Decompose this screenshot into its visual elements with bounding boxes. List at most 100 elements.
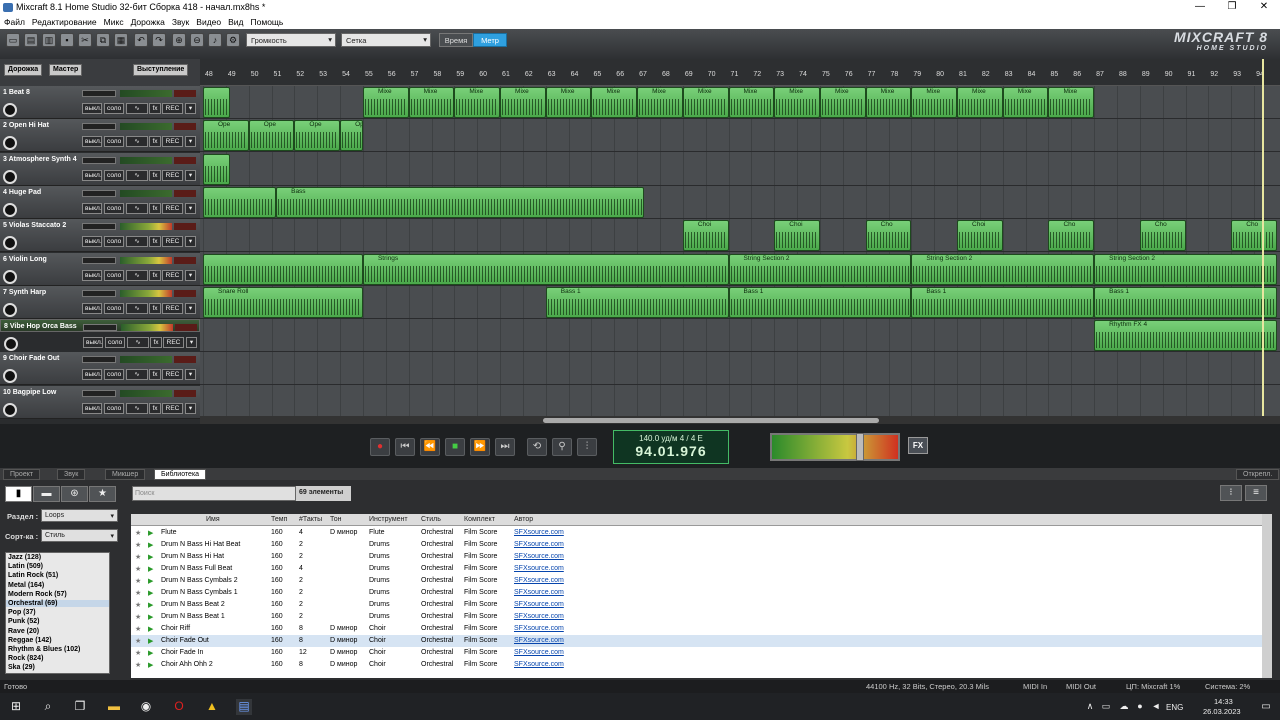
column-header[interactable]: #Такты <box>299 516 322 523</box>
track-menu-chevron-icon[interactable]: ▾ <box>185 402 196 414</box>
mute-button[interactable]: выкл. <box>82 136 102 148</box>
record-arm-button[interactable]: REC <box>162 202 183 214</box>
table-row[interactable]: ★ ▶ Flute 160 4 D минор Flute Orchestral Film Sc… <box>131 527 1262 539</box>
loops-icon[interactable]: ▮ <box>5 486 32 502</box>
audio-clip[interactable]: String Section 2 <box>1094 253 1277 285</box>
volume-select[interactable]: Громкость ▾ <box>246 33 336 47</box>
play-preview-icon[interactable]: ▶ <box>148 637 153 645</box>
speaker-icon[interactable]: ◄ <box>1148 699 1164 715</box>
track-menu-chevron-icon[interactable]: ▾ <box>185 236 196 248</box>
audio-clip[interactable]: Mixe <box>774 87 820 118</box>
column-header[interactable]: Стиль <box>421 516 441 523</box>
mute-button[interactable]: выкл. <box>82 169 102 181</box>
style-list-item[interactable]: Pop (37) <box>8 609 36 616</box>
audio-clip[interactable]: Mixe <box>500 87 546 118</box>
solo-button[interactable]: соло <box>104 269 124 281</box>
track-volume-fader[interactable] <box>82 90 116 97</box>
record-arm-button[interactable]: REC <box>162 302 183 314</box>
solo-button[interactable]: соло <box>104 136 124 148</box>
play-preview-icon[interactable]: ▶ <box>148 625 153 633</box>
audio-clip[interactable]: Mixe <box>728 87 775 118</box>
audio-clip[interactable] <box>203 153 231 185</box>
table-row[interactable]: ★ ▶ Drum N Bass Hi Hat Beat 160 2 Drums Orches… <box>131 539 1262 551</box>
favorite-star-icon[interactable]: ★ <box>135 661 141 669</box>
play-preview-icon[interactable]: ▶ <box>148 613 153 621</box>
column-header[interactable]: Автор <box>514 516 533 523</box>
library-search-input[interactable]: Поиск <box>132 486 296 501</box>
loop-icon[interactable]: ⟲ <box>527 438 547 456</box>
windows-start-icon[interactable]: ⊞ <box>8 699 24 715</box>
menu-video[interactable]: Видео <box>192 15 224 27</box>
record-arm-button[interactable]: REC <box>162 103 183 114</box>
solo-button[interactable]: соло <box>104 202 124 214</box>
mute-button[interactable]: выкл. <box>82 236 102 248</box>
favorite-star-icon[interactable]: ★ <box>135 565 141 573</box>
audio-clip[interactable]: Mixe <box>637 87 683 118</box>
record-arm-button[interactable]: REC <box>162 236 183 248</box>
fx-button[interactable]: fx <box>149 202 161 214</box>
table-cell[interactable]: SFXsource.com <box>514 589 564 596</box>
close-button[interactable]: ✕ <box>1248 0 1280 15</box>
track-volume-fader[interactable] <box>82 256 116 264</box>
audio-clip[interactable]: Bass 1 <box>911 286 1095 318</box>
solo-button[interactable]: соло <box>104 402 124 414</box>
microphone-icon[interactable]: ● <box>1132 699 1148 715</box>
settings-gear-icon[interactable]: ⚙ <box>226 33 240 47</box>
table-row[interactable]: ★ ▶ Choir Riff 160 8 D минор Choir Orchestral Fi… <box>131 623 1262 635</box>
track-volume-fader[interactable] <box>82 123 116 131</box>
audio-clip[interactable]: Mixe <box>682 87 729 118</box>
master-vu-meter[interactable] <box>770 433 900 461</box>
copy-icon[interactable]: ⧉ <box>96 33 110 47</box>
cut-icon[interactable]: ✂ <box>78 33 92 47</box>
table-row[interactable]: ★ ▶ Drum N Bass Cymbals 1 160 2 Drums Orchestr… <box>131 587 1262 599</box>
solo-button[interactable]: соло <box>104 103 124 114</box>
pan-knob-icon[interactable] <box>3 236 17 251</box>
fx-button[interactable]: fx <box>149 169 161 181</box>
table-cell[interactable]: SFXsource.com <box>514 613 564 620</box>
audio-clip[interactable]: Mixe <box>1002 87 1049 118</box>
style-list-item[interactable]: Reggae (142) <box>8 637 52 644</box>
list-view-icon[interactable]: ≡ <box>1245 485 1267 501</box>
track-header[interactable]: 2 Open Hi Hat выкл. соло ∿ fx REC ▾ <box>0 119 200 153</box>
mute-button[interactable]: выкл. <box>82 269 102 281</box>
table-cell[interactable]: SFXsource.com <box>514 649 564 656</box>
fx-button[interactable]: fx <box>149 103 161 114</box>
audio-clip[interactable]: Mixe <box>911 87 958 118</box>
pan-knob-icon[interactable] <box>3 136 17 151</box>
track-menu-chevron-icon[interactable]: ▾ <box>185 136 196 148</box>
task-view-icon[interactable]: ❐ <box>72 699 88 715</box>
mute-button[interactable]: выкл. <box>82 369 102 381</box>
audio-clip[interactable]: Mixe <box>957 87 1003 118</box>
fx-button[interactable]: fx <box>149 402 161 414</box>
track-volume-fader[interactable] <box>82 389 116 397</box>
play-preview-icon[interactable]: ▶ <box>148 649 153 657</box>
track-menu-chevron-icon[interactable]: ▾ <box>185 103 196 114</box>
track-header[interactable]: 8 Vibe Hop Orca Bass выкл. соло ∿ fx REC ▾ <box>0 319 200 352</box>
pan-knob-icon[interactable] <box>3 169 17 184</box>
play-icon[interactable]: ■ <box>445 438 465 456</box>
go-start-icon[interactable]: ⏮ <box>395 438 415 456</box>
track-lane[interactable]: Snare Roll Bass 1 Bass 1 Bass 1 Bass 1 <box>200 286 1280 319</box>
style-list-item[interactable]: Latin (509) <box>8 563 43 570</box>
style-list[interactable]: Jazz (128) Latin (509) Latin Rock (51) Meta… <box>5 552 110 674</box>
paste-icon[interactable]: ▦ <box>114 33 128 47</box>
pan-knob-icon[interactable] <box>3 269 17 284</box>
play-preview-icon[interactable]: ▶ <box>148 601 153 609</box>
table-cell[interactable]: SFXsource.com <box>514 553 564 560</box>
undock-button[interactable]: Открепл. <box>1236 469 1280 480</box>
play-preview-icon[interactable]: ▶ <box>148 553 153 561</box>
fast-forward-icon[interactable]: ⏩ <box>470 438 490 456</box>
new-file-icon[interactable]: ▭ <box>6 33 20 47</box>
table-row[interactable]: ★ ▶ Choir Fade Out 160 8 D минор Choir Orchestr… <box>131 635 1262 647</box>
table-row[interactable]: ★ ▶ Choir Fade In 160 12 D минор Choir Orchestr… <box>131 647 1262 659</box>
mute-button[interactable]: выкл. <box>82 202 102 214</box>
playhead[interactable] <box>1262 59 1264 416</box>
fx-button[interactable]: fx <box>150 337 162 349</box>
play-preview-icon[interactable]: ▶ <box>148 529 153 537</box>
track-menu-chevron-icon[interactable]: ▾ <box>186 337 197 349</box>
track-menu-chevron-icon[interactable]: ▾ <box>185 202 196 214</box>
track-volume-fader[interactable] <box>82 189 116 197</box>
undo-icon[interactable]: ↶ <box>134 33 148 47</box>
style-list-item[interactable]: Rave (20) <box>8 628 39 635</box>
play-preview-icon[interactable]: ▶ <box>148 541 153 549</box>
